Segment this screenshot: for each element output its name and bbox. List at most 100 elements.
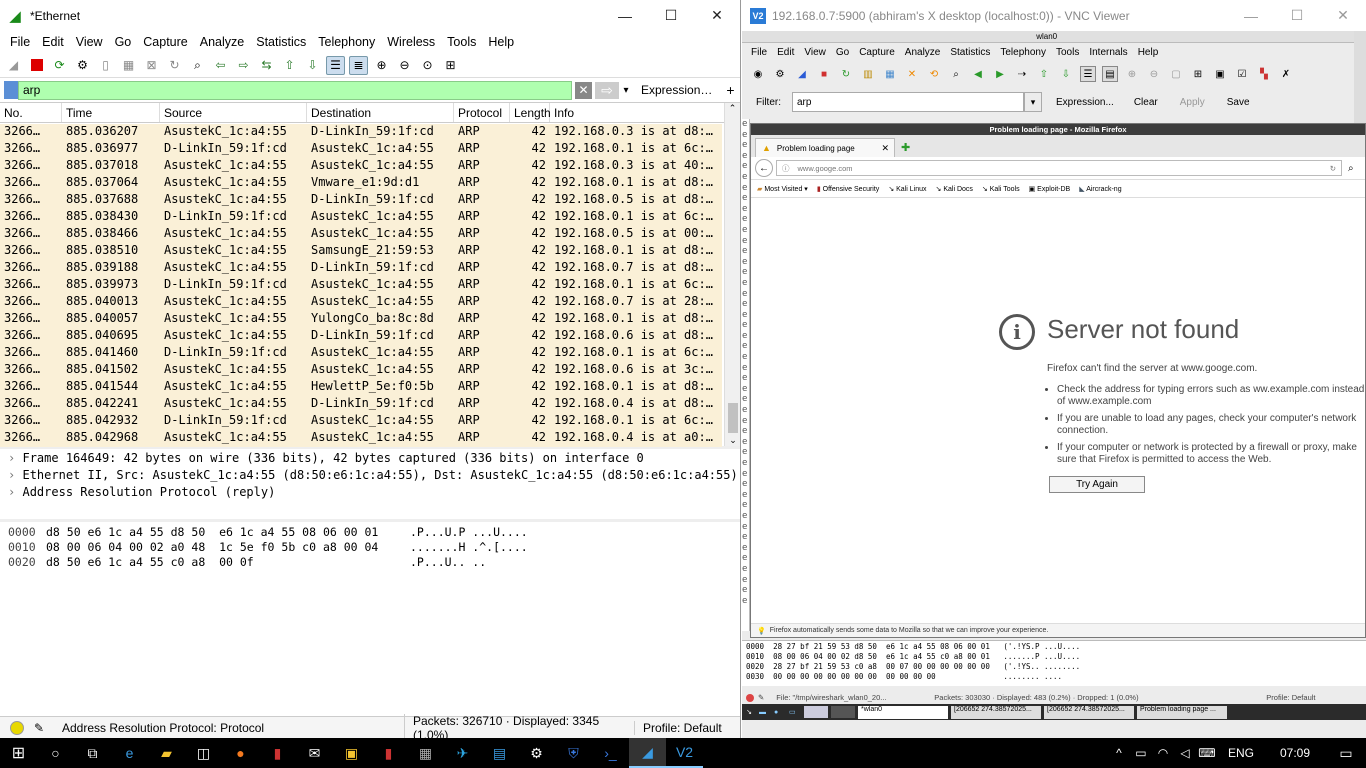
- table-row[interactable]: 3266… 885.038430 D-LinkIn_59:1f:cd AsustekC…: [0, 209, 722, 226]
- app-red-2-icon[interactable]: ▮: [370, 738, 407, 768]
- table-row[interactable]: 3266… 885.042932 D-LinkIn_59:1f:cd AsustekC…: [0, 413, 722, 430]
- vnc-task-icon[interactable]: V2: [666, 738, 703, 768]
- reload-file-icon[interactable]: ↻: [165, 56, 184, 75]
- reload-icon[interactable]: ↻: [1330, 164, 1341, 173]
- search-circle-icon[interactable]: ○: [37, 738, 74, 768]
- scroll-down-icon[interactable]: ⌄: [725, 435, 741, 446]
- remote-menu-tools[interactable]: Tools: [1051, 47, 1084, 58]
- remote-zoom-normal-icon[interactable]: ▢: [1168, 66, 1184, 82]
- start-capture-icon[interactable]: ◢: [4, 56, 23, 75]
- table-row[interactable]: 3266… 885.036977 D-LinkIn_59:1f:cd AsustekC…: [0, 141, 722, 158]
- open-file-icon[interactable]: ▯: [96, 56, 115, 75]
- table-row[interactable]: 3266… 885.040057 AsustekC_1c:a4:55 YulongCo…: [0, 311, 722, 328]
- vnc-close-button[interactable]: ✕: [1320, 0, 1366, 31]
- capture-comment-icon[interactable]: ✎: [34, 721, 54, 735]
- go-first-icon[interactable]: ⇧: [280, 56, 299, 75]
- expression-button[interactable]: Expression…: [641, 83, 712, 97]
- table-row[interactable]: 3266… 885.039973 D-LinkIn_59:1f:cd AsustekC…: [0, 277, 722, 294]
- remote-options-icon[interactable]: ⚙: [772, 66, 788, 82]
- remote-goto-icon[interactable]: ⇢: [1014, 66, 1030, 82]
- save-file-icon[interactable]: ▦: [119, 56, 138, 75]
- remote-start-icon[interactable]: ◢: [794, 66, 810, 82]
- remote-stop-icon[interactable]: ■: [816, 66, 832, 82]
- panel-launcher-icon[interactable]: ▭: [789, 708, 801, 716]
- go-last-icon[interactable]: ⇩: [303, 56, 322, 75]
- expand-arrow-icon[interactable]: ›: [8, 451, 15, 465]
- remote-expert-icon[interactable]: [746, 693, 754, 702]
- remote-back-icon[interactable]: ◀: [970, 66, 986, 82]
- store-icon[interactable]: ◫: [185, 738, 222, 768]
- table-row[interactable]: 3266… 885.036207 AsustekC_1c:a4:55 D-LinkIn…: [0, 124, 722, 141]
- remote-menu-go[interactable]: Go: [831, 47, 854, 58]
- col-info[interactable]: Info: [550, 103, 720, 122]
- bookmark-kali-docs[interactable]: ↘ Kali Docs: [936, 185, 973, 193]
- workspace-2[interactable]: [831, 706, 855, 718]
- remote-desktop[interactable]: wlan0 ✕ File Edit View Go Capture Analyz…: [742, 31, 1366, 738]
- display-filter-input[interactable]: [18, 80, 572, 100]
- remote-autoscroll-icon[interactable]: ▤: [1102, 66, 1118, 82]
- menu-telephony[interactable]: Telephony: [312, 35, 381, 49]
- remote-expression-button[interactable]: Expression...: [1056, 97, 1114, 108]
- table-row[interactable]: 3266… 885.037018 AsustekC_1c:a4:55 AsustekC…: [0, 158, 722, 175]
- battery-icon[interactable]: ▭: [1130, 738, 1152, 768]
- table-row[interactable]: 3266… 885.042241 AsustekC_1c:a4:55 D-LinkIn…: [0, 396, 722, 413]
- filter-dropdown-icon[interactable]: ▾: [619, 85, 633, 96]
- vnc-minimize-button[interactable]: —: [1228, 0, 1274, 31]
- table-row[interactable]: 3266… 885.042968 AsustekC_1c:a4:55 AsustekC…: [0, 430, 722, 447]
- panel-task[interactable]: [206652 274.38572025...: [1044, 705, 1134, 719]
- app-yellow-icon[interactable]: ▣: [333, 738, 370, 768]
- remote-menu-analyze[interactable]: Analyze: [900, 47, 946, 58]
- table-row[interactable]: 3266… 885.041544 AsustekC_1c:a4:55 HewlettP…: [0, 379, 722, 396]
- menu-tools[interactable]: Tools: [441, 35, 482, 49]
- remote-menu-file[interactable]: File: [746, 47, 772, 58]
- table-row[interactable]: 3266… 885.040013 AsustekC_1c:a4:55 AsustekC…: [0, 294, 722, 311]
- panel-launcher-icon[interactable]: ▬: [759, 709, 771, 716]
- network-app-icon[interactable]: ▦: [407, 738, 444, 768]
- scroll-up-icon[interactable]: ⌃: [725, 103, 740, 114]
- workspace-1[interactable]: [804, 706, 828, 718]
- remote-menu-edit[interactable]: Edit: [772, 47, 799, 58]
- remote-display-filters-icon[interactable]: ☑: [1234, 66, 1250, 82]
- firefox-tab[interactable]: ▲ Problem loading page ✕: [755, 138, 895, 157]
- try-again-button[interactable]: Try Again: [1049, 476, 1145, 493]
- remote-menu-capture[interactable]: Capture: [854, 47, 900, 58]
- minimize-button[interactable]: —: [602, 0, 648, 31]
- col-time[interactable]: Time: [62, 103, 160, 122]
- file-explorer-icon[interactable]: ▰: [148, 738, 185, 768]
- remote-restart-icon[interactable]: ↻: [838, 66, 854, 82]
- remote-find-icon[interactable]: ⌕: [948, 66, 964, 82]
- tab-close-icon[interactable]: ✕: [881, 143, 894, 154]
- bookmark-kali-tools[interactable]: ↘ Kali Tools: [982, 185, 1020, 193]
- bookmark-offensive-security[interactable]: ▮ Offensive Security: [817, 185, 880, 193]
- detail-frame[interactable]: › Frame 164649: 42 bytes on wire (336 bi…: [0, 451, 740, 468]
- language-indicator[interactable]: ENG: [1228, 746, 1254, 760]
- remote-filter-dropdown-icon[interactable]: ▾: [1024, 92, 1042, 112]
- status-profile[interactable]: Profile: Default: [634, 720, 722, 735]
- remote-preferences-icon[interactable]: ✗: [1278, 66, 1294, 82]
- wifi-icon[interactable]: ◠: [1152, 738, 1174, 768]
- go-back-icon[interactable]: ⇦: [211, 56, 230, 75]
- telegram-icon[interactable]: ✈: [444, 738, 481, 768]
- menu-go[interactable]: Go: [109, 35, 138, 49]
- maximize-button[interactable]: ☐: [648, 0, 694, 31]
- panel-launcher-icon[interactable]: ●: [774, 709, 786, 716]
- remote-comment-icon[interactable]: ✎: [758, 693, 764, 702]
- col-length[interactable]: Length: [510, 103, 551, 122]
- col-source[interactable]: Source: [160, 103, 307, 122]
- remote-colorize-icon[interactable]: ☰: [1080, 66, 1096, 82]
- expand-arrow-icon[interactable]: ›: [8, 485, 15, 499]
- go-to-packet-icon[interactable]: ⇆: [257, 56, 276, 75]
- remote-save-button[interactable]: Save: [1227, 97, 1250, 108]
- table-row[interactable]: 3266… 885.041460 D-LinkIn_59:1f:cd AsustekC…: [0, 345, 722, 362]
- packet-list-scrollbar[interactable]: ⌃ ⌄: [724, 103, 740, 446]
- menu-view[interactable]: View: [70, 35, 109, 49]
- detail-ethernet[interactable]: › Ethernet II, Src: AsustekC_1c:a4:55 (d…: [0, 468, 740, 485]
- table-row[interactable]: 3266… 885.041502 AsustekC_1c:a4:55 AsustekC…: [0, 362, 722, 379]
- table-row[interactable]: 3266… 885.037688 AsustekC_1c:a4:55 D-LinkIn…: [0, 192, 722, 209]
- menu-file[interactable]: File: [4, 35, 36, 49]
- scroll-thumb[interactable]: [728, 403, 738, 433]
- zoom-out-icon[interactable]: ⊖: [395, 56, 414, 75]
- task-view-icon[interactable]: ⧉: [74, 738, 111, 768]
- remote-last-icon[interactable]: ⇩: [1058, 66, 1074, 82]
- remote-zoom-in-icon[interactable]: ⊕: [1124, 66, 1140, 82]
